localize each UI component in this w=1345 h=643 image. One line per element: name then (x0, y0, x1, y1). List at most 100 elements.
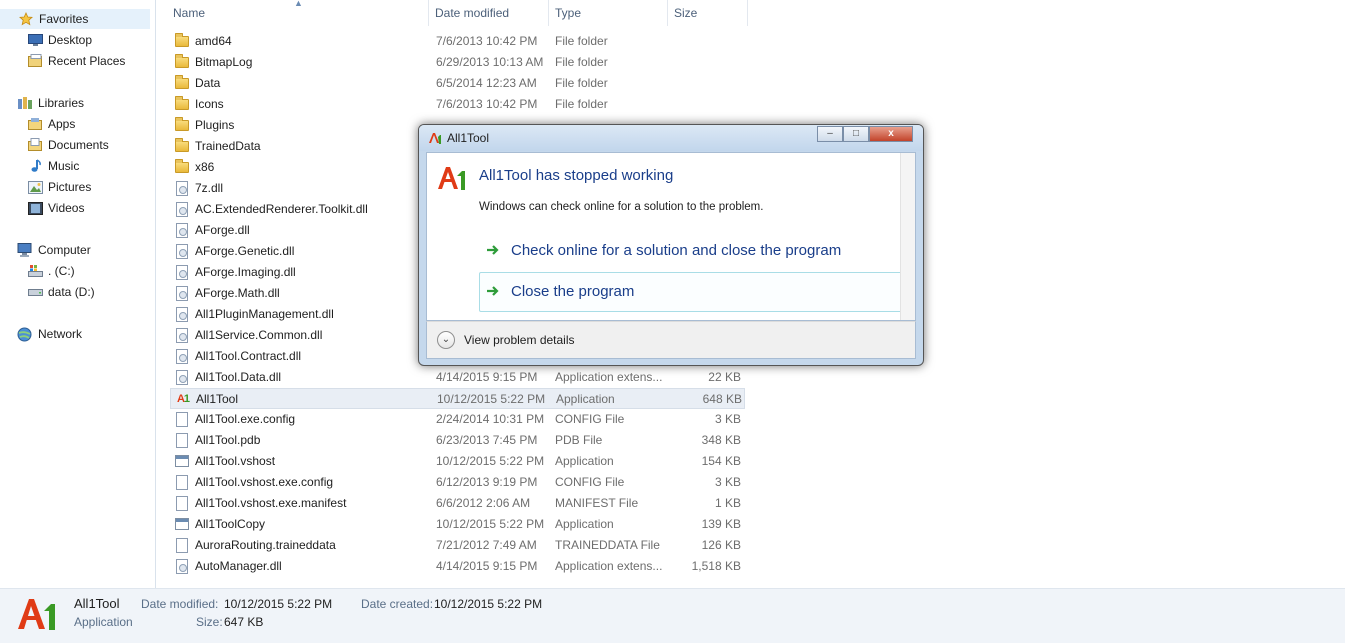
details-date-modified: 10/12/2015 5:22 PM (224, 597, 333, 611)
nav-apps[interactable]: Apps (27, 114, 75, 134)
folder-icon (174, 117, 190, 133)
config-file-icon (174, 474, 190, 490)
file-row[interactable]: Data 6/5/2014 12:23 AM File folder (170, 73, 745, 94)
file-date-modified: 6/12/2013 9:19 PM (436, 475, 538, 489)
dialog-body: All1Tool has stopped working Windows can… (426, 152, 916, 321)
recent-places-icon (27, 53, 43, 69)
column-header-date-modified[interactable]: Date modified (429, 0, 549, 26)
file-name: amd64 (195, 34, 232, 48)
file-row[interactable]: All1Tool.Data.dll 4/14/2015 9:15 PM Applic… (170, 367, 745, 388)
file-row[interactable]: All1Tool.vshost 10/12/2015 5:22 PM Applica… (170, 451, 745, 472)
nav-pictures[interactable]: Pictures (27, 177, 91, 197)
column-header-label: Type (555, 6, 582, 20)
file-type: TRAINEDDATA File (555, 538, 660, 552)
file-date-modified: 4/14/2015 9:15 PM (436, 559, 538, 573)
dialog-title: All1Tool (447, 131, 490, 145)
nav-desktop[interactable]: Desktop (27, 30, 92, 50)
a1-app-icon (427, 130, 443, 149)
file-row[interactable]: Icons 7/6/2013 10:42 PM File folder (170, 94, 745, 115)
file-date-modified: 6/6/2012 2:06 AM (436, 496, 531, 510)
column-header-type[interactable]: Type (549, 0, 668, 26)
file-type: Application (556, 392, 615, 406)
folder-icon (174, 96, 190, 112)
file-row[interactable]: All1ToolCopy 10/12/2015 5:22 PM Applicatio… (170, 514, 745, 535)
nav-recent-places[interactable]: Recent Places (27, 51, 125, 71)
file-type: File folder (555, 55, 608, 69)
dialog-heading: All1Tool has stopped working (479, 167, 674, 184)
file-name: All1Tool.vshost.exe.manifest (195, 496, 347, 510)
file-row[interactable]: All1Tool.exe.config 2/24/2014 10:31 PM CON… (170, 409, 745, 430)
maximize-button[interactable]: □ (843, 126, 869, 142)
file-size: 139 KB (701, 517, 741, 531)
nav-music[interactable]: Music (27, 156, 79, 176)
app-icon (174, 516, 190, 532)
details-file-name: All1Tool (74, 596, 120, 611)
dll-icon (174, 243, 190, 259)
command-label: Check online for a solution and close th… (511, 242, 842, 259)
details-pane: All1Tool Application Date modified: 10/1… (0, 588, 1345, 643)
nav-label: . (C:) (48, 264, 75, 278)
folder-icon (174, 54, 190, 70)
dialog-title-bar[interactable]: All1Tool – □ x (419, 125, 923, 151)
file-type: Application extens... (555, 559, 663, 573)
file-row[interactable]: BitmapLog 6/29/2013 10:13 AM File folder (170, 52, 745, 73)
minimize-button[interactable]: – (817, 126, 843, 142)
view-problem-details-link[interactable]: View problem details (464, 322, 575, 359)
a1-logo-icon (437, 165, 467, 194)
file-name: All1Tool.exe.config (195, 412, 296, 426)
file-date-modified: 7/6/2013 10:42 PM (436, 97, 538, 111)
file-date-modified: 7/21/2012 7:49 AM (436, 538, 537, 552)
nav-computer[interactable]: Computer (17, 240, 91, 260)
nav-label: Desktop (48, 33, 93, 47)
file-date-modified: 4/14/2015 9:15 PM (436, 370, 538, 384)
app-icon (174, 453, 190, 469)
file-name: Plugins (195, 118, 235, 132)
file-date-modified: 7/6/2013 10:42 PM (436, 34, 538, 48)
nav-network[interactable]: Network (17, 324, 82, 344)
nav-videos[interactable]: Videos (27, 198, 84, 218)
file-row[interactable]: All1Tool.vshost.exe.manifest 6/6/2012 2:0… (170, 493, 745, 514)
column-header-label: Date modified (435, 6, 510, 20)
computer-icon (17, 242, 33, 258)
close-button[interactable]: x (869, 126, 913, 142)
nav-label: Pictures (48, 180, 92, 194)
file-name: All1Service.Common.dll (195, 328, 323, 342)
file-type: CONFIG File (555, 412, 625, 426)
sort-ascending-icon: ▲ (294, 0, 303, 8)
dll-icon (174, 306, 190, 322)
file-row[interactable]: AuroraRouting.traineddata 7/21/2012 7:49 … (170, 535, 745, 556)
column-headers: Name ▲ Date modified Type Size (156, 0, 751, 26)
nav-drive-d[interactable]: data (D:) (27, 282, 95, 302)
file-size: 1 KB (714, 496, 741, 510)
nav-label: Music (48, 159, 80, 173)
file-row[interactable]: A1 All1Tool 10/12/2015 5:22 PM Application 6… (170, 388, 745, 409)
nav-label: data (D:) (48, 285, 95, 299)
file-type: File folder (555, 34, 608, 48)
documents-icon (27, 137, 43, 153)
file-date-modified: 10/12/2015 5:22 PM (437, 392, 546, 406)
file-row[interactable]: All1Tool.vshost.exe.config 6/12/2013 9:19… (170, 472, 745, 493)
close-program-button[interactable]: Close the program (479, 272, 905, 312)
check-online-button[interactable]: Check online for a solution and close th… (479, 231, 905, 271)
file-row[interactable]: amd64 7/6/2013 10:42 PM File folder (170, 31, 745, 52)
error-dialog: All1Tool – □ x All1Tool has stopped work… (418, 124, 924, 366)
file-date-modified: 6/23/2013 7:45 PM (436, 433, 538, 447)
pictures-icon (27, 179, 43, 195)
file-date-modified: 2/24/2014 10:31 PM (436, 412, 545, 426)
nav-favorites[interactable]: Favorites (0, 9, 150, 29)
file-row[interactable]: AutoManager.dll 4/14/2015 9:15 PM Applicat… (170, 556, 745, 577)
details-file-kind: Application (74, 615, 133, 629)
dialog-scrollbar[interactable] (900, 153, 915, 320)
network-icon (17, 326, 33, 342)
nav-label: Videos (48, 201, 85, 215)
column-header-size[interactable]: Size (668, 0, 748, 26)
nav-drive-c[interactable]: . (C:) (27, 261, 75, 281)
expand-chevron-icon[interactable]: ⌄ (437, 331, 455, 349)
file-name: All1Tool.Contract.dll (195, 349, 302, 363)
nav-documents[interactable]: Documents (27, 135, 109, 155)
nav-libraries[interactable]: Libraries (17, 93, 84, 113)
file-date-modified: 6/5/2014 12:23 AM (436, 76, 537, 90)
file-row[interactable]: All1Tool.pdb 6/23/2013 7:45 PM PDB File 348… (170, 430, 745, 451)
file-type: MANIFEST File (555, 496, 639, 510)
file-name: All1Tool.vshost.exe.config (195, 475, 334, 489)
